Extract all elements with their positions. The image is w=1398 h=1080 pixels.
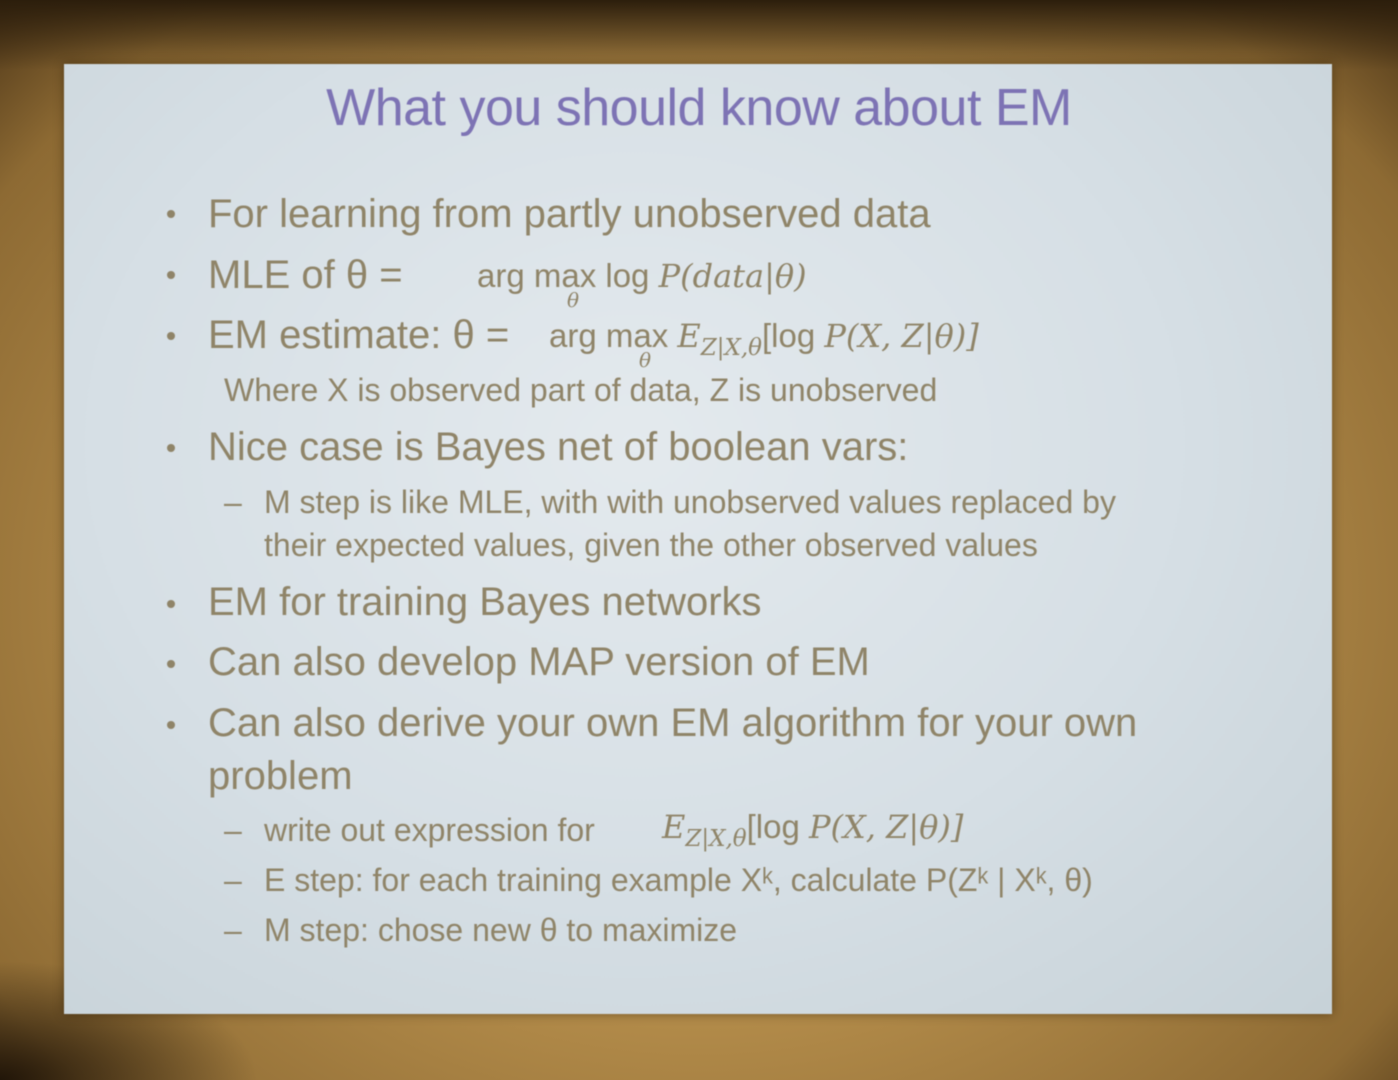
write-out-subscript: Z|X,θ bbox=[685, 826, 747, 852]
room-top-shadow bbox=[0, 0, 1398, 70]
mle-expression: P(data|θ) bbox=[658, 257, 807, 295]
bullet-derive-line1: Can also derive your own EM algorithm fo… bbox=[208, 701, 1138, 745]
sub-bullet-m-step-line2: their expected values, given the other o… bbox=[264, 527, 1038, 563]
mle-formula: arg max log P(data|θ) θ bbox=[477, 254, 807, 312]
em-estimate-formula: arg max EZ|X,θ[log P(X, Z|θ)] θ bbox=[549, 314, 979, 372]
bullet-dot bbox=[167, 600, 175, 608]
em-expectation-E: E bbox=[677, 317, 701, 355]
bullet-bayes-net-case: Nice case is Bayes net of boolean vars: bbox=[208, 425, 909, 469]
bullet-partly-unobserved: For learning from partly unobserved data bbox=[208, 192, 931, 236]
bullet-mle-label: MLE of θ = bbox=[208, 253, 403, 297]
sub-bullet-dash: – bbox=[224, 484, 242, 520]
sub-bullet-dash: – bbox=[224, 862, 242, 898]
mle-argmax-theta: θ bbox=[567, 288, 580, 312]
write-out-log: [log bbox=[746, 808, 809, 845]
bullet-training-bayes: EM for training Bayes networks bbox=[208, 580, 762, 624]
bullet-map-version: Can also develop MAP version of EM bbox=[208, 640, 870, 684]
bullet-em-estimate-label: EM estimate: θ = bbox=[208, 313, 510, 357]
sub-bullet-e-step: E step: for each training example Xᵏ, ca… bbox=[264, 862, 1093, 898]
em-log: [log bbox=[762, 317, 825, 354]
em-argmax-theta: θ bbox=[639, 348, 652, 372]
sub-bullet-dash: – bbox=[224, 812, 242, 848]
em-estimate-note: Where X is observed part of data, Z is u… bbox=[224, 372, 938, 408]
em-argmax: arg max bbox=[549, 317, 678, 354]
write-out-formula: EZ|X,θ[log P(X, Z|θ)] bbox=[662, 805, 964, 852]
bullet-dot bbox=[167, 721, 175, 729]
em-expression: P(X, Z|θ)] bbox=[824, 317, 979, 355]
sub-bullet-write-out: write out expression for bbox=[264, 812, 595, 848]
bullet-dot bbox=[167, 444, 175, 452]
bullet-dot bbox=[167, 332, 175, 340]
sub-bullet-m-step-line1: M step is like MLE, with with unobserved… bbox=[264, 484, 1116, 520]
slide-title: What you should know about EM bbox=[326, 79, 1072, 137]
em-expectation-subscript: Z|X,θ bbox=[700, 335, 762, 361]
write-out-expression: P(X, Z|θ)] bbox=[809, 808, 964, 846]
bullet-derive-line2: problem bbox=[208, 754, 353, 798]
sub-bullet-dash: – bbox=[224, 912, 242, 948]
bullet-dot bbox=[167, 271, 175, 279]
sub-bullet-m-step: M step: chose new θ to maximize bbox=[264, 912, 738, 948]
bullet-dot bbox=[167, 210, 175, 218]
bullet-dot bbox=[167, 660, 175, 668]
write-out-E: E bbox=[662, 808, 686, 846]
